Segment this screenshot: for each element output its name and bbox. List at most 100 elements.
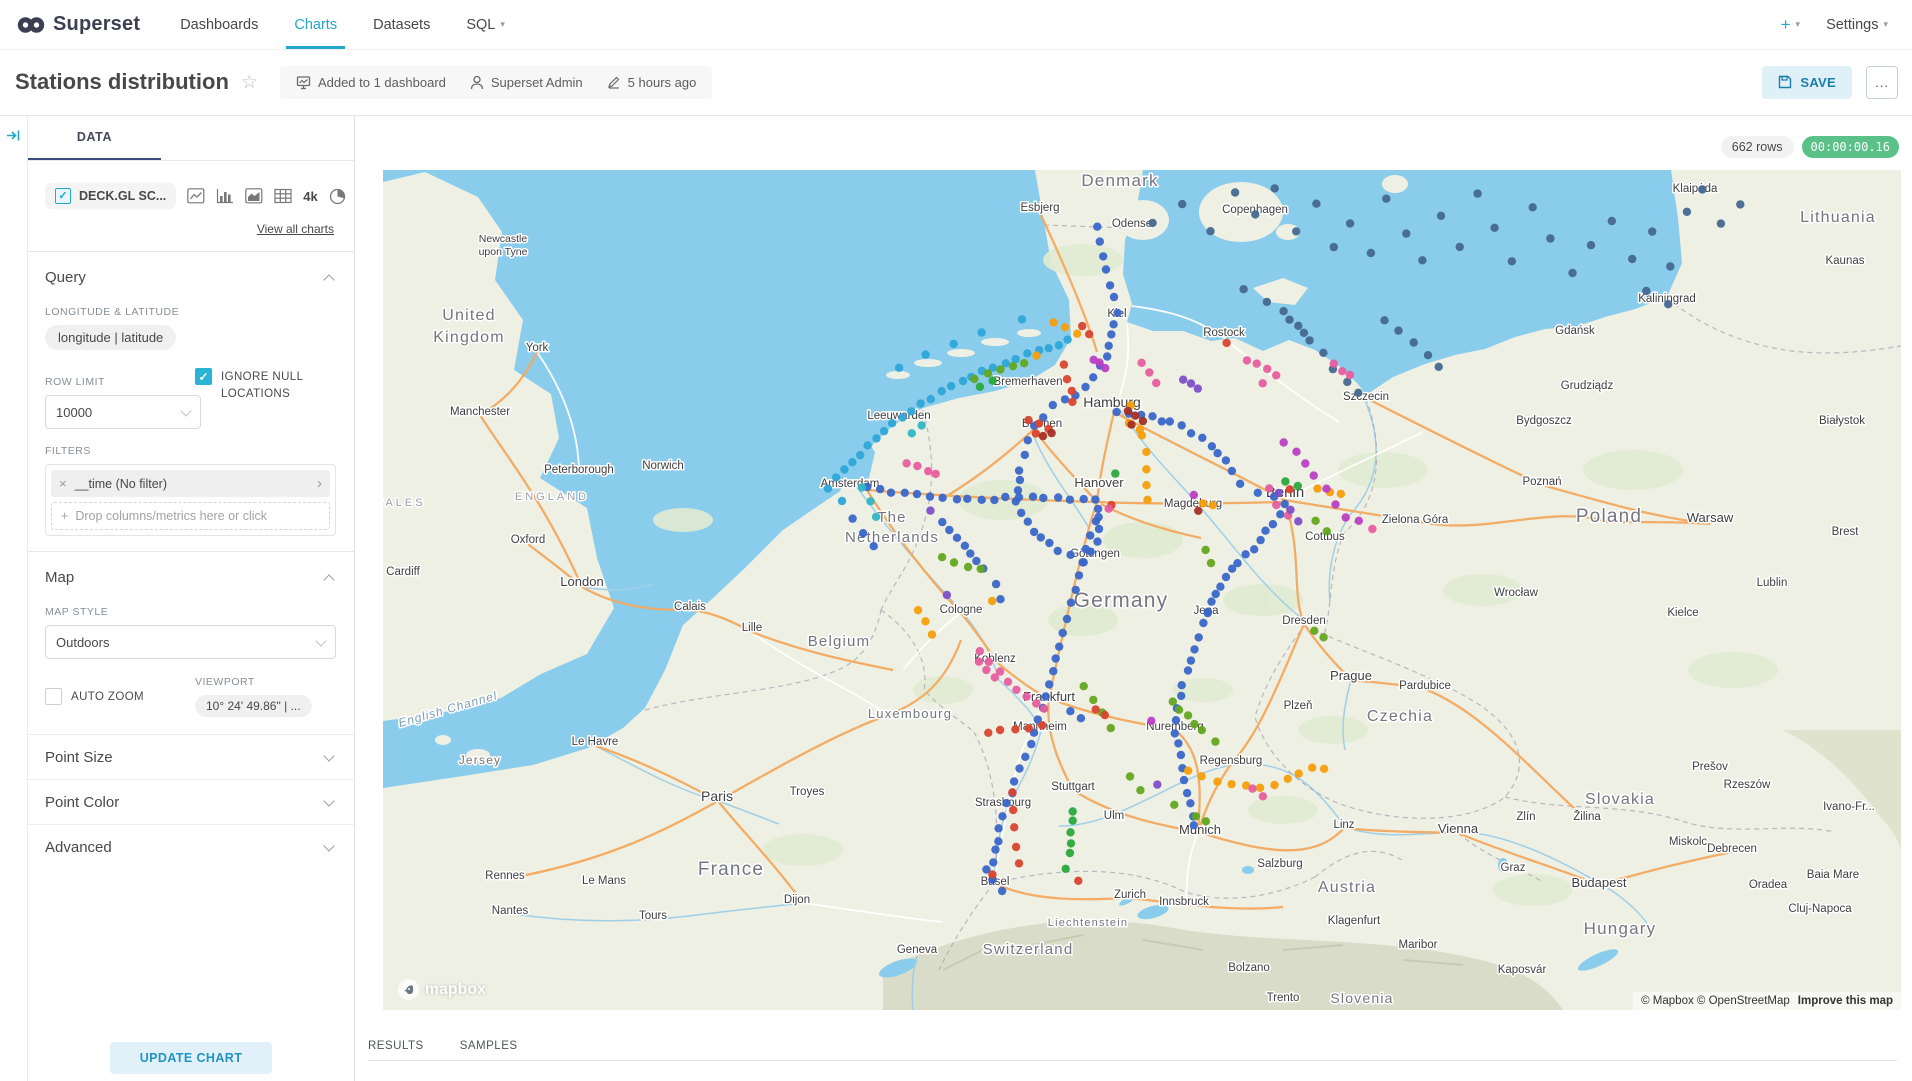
svg-text:WALES: WALES	[383, 497, 426, 509]
nav-datasets[interactable]: Datasets	[355, 0, 448, 49]
svg-text:Liechtenstein: Liechtenstein	[1048, 917, 1128, 929]
svg-text:Rostock: Rostock	[1203, 327, 1245, 339]
superset-logo[interactable]: Superset	[0, 0, 162, 49]
mapbox-logo[interactable]: mapbox	[397, 978, 486, 1001]
svg-text:Bolzano: Bolzano	[1228, 962, 1270, 974]
svg-text:Oxford: Oxford	[511, 534, 546, 546]
table-icon[interactable]	[274, 187, 292, 205]
section-point-color[interactable]: Point Color	[28, 779, 354, 824]
remove-filter-icon[interactable]: ×	[59, 476, 67, 491]
top-navbar: Superset Dashboards Charts Datasets SQL▾…	[0, 0, 1912, 50]
page-title: Stations distribution	[15, 69, 229, 95]
svg-text:York: York	[526, 342, 549, 354]
svg-text:Dijon: Dijon	[784, 894, 810, 906]
tab-results[interactable]: RESULTS	[368, 1040, 424, 1052]
svg-text:London: London	[560, 574, 603, 589]
svg-text:Hungary: Hungary	[1584, 919, 1657, 938]
auto-zoom-checkbox[interactable]	[45, 688, 62, 705]
nav-sql[interactable]: SQL▾	[448, 0, 523, 49]
svg-text:Lithuania: Lithuania	[1800, 209, 1876, 226]
map-style-select[interactable]: Outdoors	[45, 625, 336, 659]
more-options-button[interactable]: ...	[1866, 66, 1898, 99]
infinity-logo-icon	[16, 12, 46, 38]
chevron-down-icon	[323, 795, 334, 806]
svg-text:Bydgoszcz: Bydgoszcz	[1516, 415, 1572, 427]
svg-text:Odense: Odense	[1112, 218, 1152, 230]
svg-text:Zurich: Zurich	[1114, 889, 1146, 901]
new-item-button[interactable]: +▾	[1781, 15, 1800, 35]
superset-app: Superset Dashboards Charts Datasets SQL▾…	[0, 0, 1912, 1081]
area-chart-icon[interactable]	[245, 187, 263, 205]
chevron-up-icon	[323, 274, 334, 285]
svg-text:Czechia: Czechia	[1367, 708, 1433, 725]
svg-text:Trento: Trento	[1267, 992, 1300, 1004]
svg-text:Rennes: Rennes	[485, 870, 525, 882]
line-chart-icon[interactable]	[187, 187, 205, 205]
plus-icon: +	[61, 509, 68, 523]
svg-text:Zlín: Zlín	[1516, 811, 1535, 823]
chart-area: 662 rows 00:00:00.16	[355, 115, 1912, 1081]
settings-menu[interactable]: Settings▾	[1826, 17, 1888, 33]
bar-chart-icon[interactable]	[216, 187, 234, 205]
svg-text:Göttingen: Göttingen	[1070, 548, 1120, 560]
svg-text:Wrocław: Wrocław	[1494, 587, 1539, 599]
viz-checkbox[interactable]: ✓	[55, 188, 71, 204]
view-all-charts-link[interactable]: View all charts	[257, 222, 334, 236]
section-advanced[interactable]: Advanced	[28, 824, 354, 869]
svg-text:Stuttgart: Stuttgart	[1051, 781, 1095, 793]
user-icon	[470, 75, 484, 90]
viewport-chip[interactable]: 10° 24' 49.86" | ...	[195, 695, 312, 717]
row-limit-select[interactable]: 10000	[45, 395, 201, 429]
favorite-star-icon[interactable]: ☆	[241, 71, 258, 94]
lon-lat-chip[interactable]: longitude | latitude	[45, 325, 176, 350]
svg-text:Peterborough: Peterborough	[544, 464, 614, 476]
auto-zoom-label: AUTO ZOOM	[71, 688, 144, 706]
filter-chip-time[interactable]: × __time (No filter) ›	[51, 470, 330, 497]
nav-charts[interactable]: Charts	[276, 0, 355, 49]
caret-down-icon: ▾	[1883, 19, 1888, 30]
svg-text:Poznań: Poznań	[1522, 476, 1561, 488]
divider	[368, 1060, 1897, 1061]
nav-dashboards[interactable]: Dashboards	[162, 0, 276, 49]
map-section-header[interactable]: Map	[28, 552, 354, 596]
viewport-label: VIEWPORT	[195, 676, 336, 688]
row-limit-label: ROW LIMIT	[45, 376, 175, 388]
filter-drop-zone[interactable]: + Drop columns/metrics here or click	[51, 502, 330, 530]
ignore-null-label: IGNORE NULL LOCATIONS	[221, 368, 313, 402]
svg-text:Innsbruck: Innsbruck	[1159, 896, 1209, 908]
mapbox-circle-icon	[397, 978, 420, 1001]
tab-samples[interactable]: SAMPLES	[460, 1040, 518, 1052]
expand-panel-icon[interactable]	[6, 128, 21, 143]
chart-owner[interactable]: Superset Admin	[470, 75, 583, 90]
dashboard-count[interactable]: Added to 1 dashboard	[296, 75, 446, 90]
svg-text:Gdańsk: Gdańsk	[1555, 325, 1595, 337]
svg-text:Germany: Germany	[1074, 589, 1169, 612]
pie-chart-icon[interactable]	[329, 187, 346, 205]
section-point-size[interactable]: Point Size	[28, 734, 354, 779]
ignore-null-checkbox[interactable]: ✓	[195, 368, 212, 385]
svg-text:Białystok: Białystok	[1819, 415, 1865, 427]
svg-text:Troyes: Troyes	[790, 786, 825, 798]
viz-type-row: ✓ DECK.GL SC... 4k	[28, 183, 354, 209]
lon-lat-label: LONGITUDE & LATITUDE	[45, 306, 334, 318]
update-chart-button[interactable]: UPDATE CHART	[110, 1042, 272, 1074]
viz-type-4k[interactable]: 4k	[303, 189, 317, 204]
deckgl-map[interactable]: English ChannelWALESENGLANDDenmarkLithua…	[383, 170, 1901, 1010]
svg-text:Klagenfurt: Klagenfurt	[1328, 915, 1381, 927]
save-button[interactable]: SAVE	[1762, 66, 1852, 99]
panel-gutter	[0, 115, 28, 1081]
chevron-down-icon	[323, 840, 334, 851]
svg-text:Debrecen: Debrecen	[1707, 843, 1757, 855]
viz-type-selected[interactable]: ✓ DECK.GL SC...	[45, 183, 176, 209]
svg-text:Denmark: Denmark	[1081, 171, 1158, 190]
last-modified[interactable]: 5 hours ago	[607, 75, 697, 90]
svg-text:Oradea: Oradea	[1749, 879, 1788, 891]
svg-text:Lublin: Lublin	[1757, 577, 1788, 589]
svg-text:Le Mans: Le Mans	[582, 875, 626, 887]
improve-map-link[interactable]: Improve this map	[1798, 995, 1893, 1007]
chart-meta-group: Added to 1 dashboard Superset Admin 5 ho…	[280, 66, 712, 99]
tab-data[interactable]: DATA	[28, 115, 161, 159]
svg-text:Lille: Lille	[742, 622, 762, 634]
svg-text:Geneva: Geneva	[897, 944, 938, 956]
query-section-header[interactable]: Query	[28, 252, 354, 296]
